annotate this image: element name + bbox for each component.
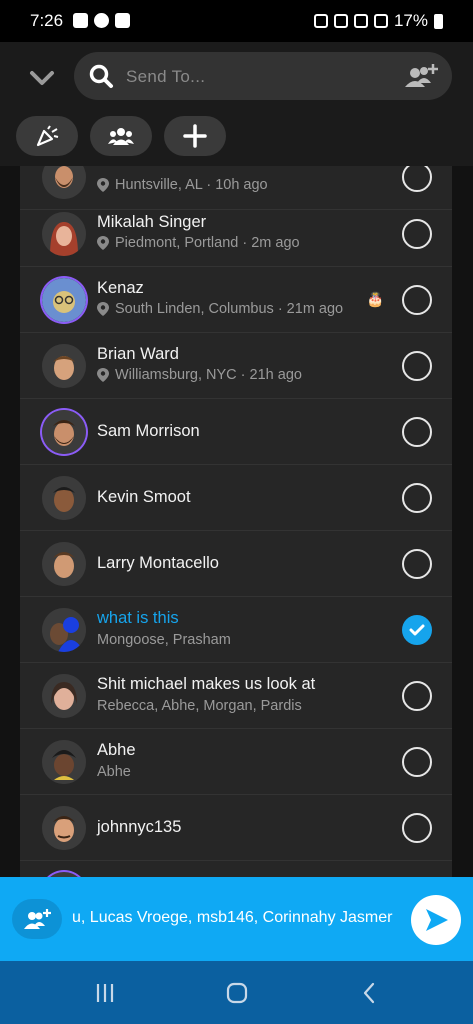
- contact-name: Larry Montacello: [97, 554, 219, 572]
- avatar: [42, 476, 86, 520]
- location-pin-icon: [97, 302, 109, 316]
- new-group-button[interactable]: [164, 116, 226, 156]
- status-right: 17%: [313, 11, 443, 31]
- gallery-icon: [73, 13, 88, 28]
- group-name: Shit michael makes us look at: [97, 675, 316, 693]
- group-members: Abhe: [97, 764, 131, 780]
- checkmark-icon: [409, 624, 425, 636]
- contact-name: Brian Ward: [97, 345, 179, 363]
- avatar: [42, 542, 86, 586]
- group-name: Abhe: [97, 741, 136, 759]
- avatar: [42, 608, 86, 652]
- folder-icon: [115, 13, 130, 28]
- groups-filter-button[interactable]: [90, 116, 152, 156]
- add-friends-icon[interactable]: [402, 62, 440, 90]
- new-group-button[interactable]: [12, 899, 62, 939]
- list-item[interactable]: Kenaz South Linden, Columbus · 21m ago 🎂: [20, 267, 452, 333]
- add-group-icon: [24, 909, 51, 929]
- contact-name: Kevin Smoot: [97, 488, 191, 506]
- birthday-cake-icon: 🎂: [366, 291, 384, 307]
- basketball-icon: [94, 13, 109, 28]
- avatar: [42, 806, 86, 850]
- location-pin-icon: [97, 178, 109, 192]
- avatar: [42, 344, 86, 388]
- contact-name: Mikalah Singer: [97, 213, 207, 231]
- wifi-icon: [353, 14, 368, 28]
- select-checkbox[interactable]: [402, 351, 432, 381]
- group-members: Rebecca, Abhe, Morgan, Pardis: [97, 698, 302, 714]
- list-item[interactable]: Larry Montacello: [20, 531, 452, 597]
- contact-name: Kenaz: [97, 279, 144, 297]
- battery-icon: [434, 13, 443, 29]
- avatar: [42, 166, 86, 199]
- avatar: [42, 674, 86, 718]
- search-input[interactable]: Send To...: [126, 67, 205, 87]
- select-checkbox[interactable]: [402, 219, 432, 249]
- location-text: Piedmont, Portland · 2m ago: [97, 235, 300, 251]
- home-icon[interactable]: [225, 981, 249, 1005]
- list-item[interactable]: what is this Mongoose, Prasham: [20, 597, 452, 663]
- location-text: Williamsburg, NYC · 21h ago: [97, 367, 302, 383]
- select-checkbox[interactable]: [402, 166, 432, 192]
- mute-icon: [333, 14, 348, 28]
- group-name: what is this: [97, 609, 179, 627]
- status-bar: 7:26 17%: [0, 0, 473, 42]
- list-item[interactable]: Shit michael makes us look at Rebecca, A…: [20, 663, 452, 729]
- avatar: [42, 740, 86, 784]
- list-item[interactable]: Abhe Abhe: [20, 729, 452, 795]
- select-checkbox[interactable]: [402, 747, 432, 777]
- list-item[interactable]: Brian Ward Williamsburg, NYC · 21h ago: [20, 333, 452, 399]
- select-checkbox-checked[interactable]: [402, 615, 432, 645]
- select-checkbox[interactable]: [402, 549, 432, 579]
- avatar: [42, 410, 86, 454]
- header: Send To...: [0, 42, 473, 166]
- select-checkbox[interactable]: [402, 285, 432, 315]
- location-pin-icon: [97, 368, 109, 382]
- status-time: 7:26: [30, 11, 64, 30]
- list-item[interactable]: Mikalah Singer Piedmont, Portland · 2m a…: [20, 201, 452, 267]
- contact-name: johnnyc135: [97, 818, 182, 836]
- send-bar: u, Lucas Vroege, msb146, Corinnahy Jasme…: [0, 877, 473, 961]
- party-popper-icon: [36, 125, 59, 147]
- search-bar[interactable]: Send To...: [74, 52, 452, 100]
- recent-apps-icon[interactable]: [93, 981, 117, 1005]
- recipient-list[interactable]: Huntsville, AL · 10h ago Mikalah Singer …: [20, 166, 452, 877]
- group-members: Mongoose, Prasham: [97, 632, 231, 648]
- party-filter-button[interactable]: [16, 116, 78, 156]
- list-item[interactable]: [20, 861, 452, 877]
- select-checkbox[interactable]: [402, 483, 432, 513]
- plus-icon: [183, 124, 207, 148]
- search-icon: [89, 64, 113, 88]
- back-icon[interactable]: [358, 981, 382, 1005]
- avatar: [42, 278, 86, 322]
- send-arrow-icon: [426, 909, 448, 931]
- selected-recipients: u, Lucas Vroege, msb146, Corinnahy Jasme…: [72, 909, 393, 926]
- signal-icon: [373, 14, 388, 28]
- list-item[interactable]: Sam Morrison: [20, 399, 452, 465]
- notification-icons: [73, 13, 130, 28]
- chevron-down-icon[interactable]: [28, 64, 56, 92]
- system-nav-bar: [0, 961, 473, 1024]
- contact-name: Sam Morrison: [97, 422, 200, 440]
- send-button[interactable]: [411, 895, 461, 945]
- select-checkbox[interactable]: [402, 417, 432, 447]
- select-checkbox[interactable]: [402, 813, 432, 843]
- location-text: South Linden, Columbus · 21m ago: [97, 301, 343, 317]
- location-pin-icon: [97, 236, 109, 250]
- avatar: [42, 212, 86, 256]
- list-item[interactable]: Kevin Smoot: [20, 465, 452, 531]
- location-text: Huntsville, AL · 10h ago: [97, 177, 268, 193]
- select-checkbox[interactable]: [402, 681, 432, 711]
- group-icon: [108, 128, 134, 145]
- nfc-icon: [313, 14, 328, 28]
- list-item[interactable]: johnnyc135: [20, 795, 452, 861]
- battery-percent: 17%: [393, 11, 428, 30]
